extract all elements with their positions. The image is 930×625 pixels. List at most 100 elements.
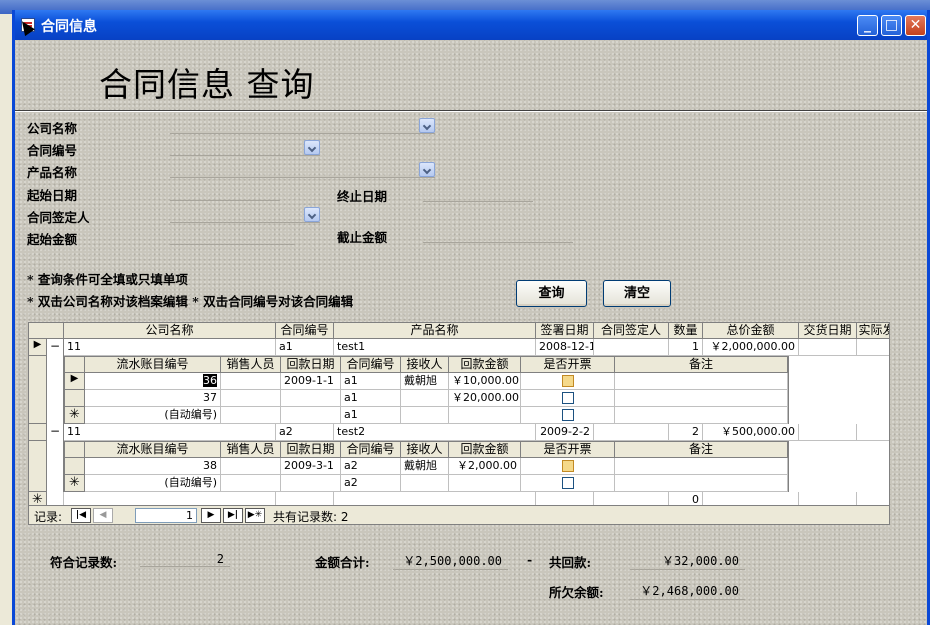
sub-cell-remark[interactable] xyxy=(615,475,788,492)
cell-total[interactable]: ￥2,000,000.00 xyxy=(703,339,799,356)
col-company[interactable]: 公司名称 xyxy=(64,323,276,339)
signer-combo[interactable] xyxy=(170,207,320,223)
col-sign-date[interactable]: 签署日期 xyxy=(536,323,594,339)
sub-cell-sales[interactable] xyxy=(221,475,281,492)
sub-cell-contract-no[interactable]: a1 xyxy=(341,407,401,424)
invoiced-checkbox[interactable] xyxy=(561,375,574,387)
cell-sign-date[interactable]: 2008-12-1 xyxy=(536,339,594,356)
sub-cell-amount[interactable]: ￥20,000.00 xyxy=(449,390,521,407)
col-delivery[interactable]: 交货日期 xyxy=(799,323,857,339)
subcol-sales[interactable]: 销售人员 xyxy=(221,357,281,373)
sub-cell-id[interactable]: (自动编号) xyxy=(85,407,221,424)
product-combo[interactable] xyxy=(170,162,435,178)
cell-contract-no[interactable]: a2 xyxy=(276,424,334,441)
col-total[interactable]: 总价金额 xyxy=(703,323,799,339)
cell-qty[interactable]: 2 xyxy=(669,424,703,441)
prev-record-icon[interactable]: ◀ xyxy=(93,508,113,523)
chevron-down-icon[interactable] xyxy=(304,140,320,155)
invoiced-checkbox[interactable] xyxy=(561,460,574,472)
last-record-icon[interactable]: ▶| xyxy=(223,508,243,523)
row-selector[interactable] xyxy=(29,356,47,424)
sub-cell-id[interactable]: 37 xyxy=(85,390,221,407)
cell-total[interactable]: ￥500,000.00 xyxy=(703,424,799,441)
sub-cell-contract-no[interactable]: a2 xyxy=(341,475,401,492)
cell-actual[interactable] xyxy=(857,424,889,441)
sub-cell-invoiced[interactable] xyxy=(521,390,615,407)
cell-actual[interactable] xyxy=(857,339,889,356)
company-combo[interactable] xyxy=(170,118,435,134)
sub-cell-invoiced[interactable] xyxy=(521,475,615,492)
sub-cell-remark[interactable] xyxy=(615,458,788,475)
sub-cell-amount[interactable]: ￥2,000.00 xyxy=(449,458,521,475)
subcol-id[interactable]: 流水账目编号 xyxy=(85,442,221,458)
cell-company[interactable]: 11 xyxy=(64,424,276,441)
sub-row-selector[interactable] xyxy=(65,390,85,407)
start-date-field[interactable] xyxy=(170,185,280,201)
chevron-down-icon[interactable] xyxy=(419,118,435,133)
sub-row-selector[interactable] xyxy=(65,458,85,475)
sub-cell-receiver[interactable] xyxy=(401,475,449,492)
subcol-date[interactable]: 回款日期 xyxy=(281,442,341,458)
cell-signer[interactable] xyxy=(594,424,669,441)
sub-cell-date[interactable] xyxy=(281,407,341,424)
collapse-icon[interactable]: − xyxy=(47,424,64,441)
row-selector[interactable] xyxy=(29,424,47,441)
sub-cell-id[interactable]: (自动编号) xyxy=(85,475,221,492)
sub-cell-remark[interactable] xyxy=(615,390,788,407)
sub-cell-receiver[interactable] xyxy=(401,390,449,407)
chevron-down-icon[interactable] xyxy=(419,162,435,177)
query-button[interactable]: 查询 xyxy=(516,280,587,307)
cell-product[interactable]: test1 xyxy=(334,339,536,356)
new-record-icon[interactable]: ✳ xyxy=(65,475,85,492)
sub-cell-amount[interactable] xyxy=(449,407,521,424)
col-signer[interactable]: 合同签定人 xyxy=(594,323,669,339)
col-product[interactable]: 产品名称 xyxy=(334,323,536,339)
sub-cell-sales[interactable] xyxy=(221,373,281,390)
close-button[interactable]: ✕ xyxy=(905,15,926,36)
cell-qty[interactable]: 1 xyxy=(669,339,703,356)
sub-cell-contract-no[interactable]: a1 xyxy=(341,373,401,390)
next-record-icon[interactable]: ▶ xyxy=(201,508,221,523)
end-date-field[interactable] xyxy=(423,186,533,202)
sub-row-selector-current[interactable]: ▶ xyxy=(65,373,85,390)
sub-cell-invoiced[interactable] xyxy=(521,407,615,424)
sub-cell-amount[interactable] xyxy=(449,475,521,492)
sub-cell-sales[interactable] xyxy=(221,458,281,475)
sub-cell-invoiced[interactable] xyxy=(521,373,615,390)
sub-cell-date[interactable] xyxy=(281,390,341,407)
maximize-button[interactable]: □ xyxy=(881,15,902,36)
subcol-amount[interactable]: 回款金额 xyxy=(449,357,521,373)
sub-cell-id[interactable]: 36 xyxy=(85,373,221,390)
subcol-remark[interactable]: 备注 xyxy=(615,357,788,373)
subcol-sales[interactable]: 销售人员 xyxy=(221,442,281,458)
row-selector-current[interactable]: ▶ xyxy=(29,339,47,356)
sub-cell-invoiced[interactable] xyxy=(521,458,615,475)
subcol-contract-no[interactable]: 合同编号 xyxy=(341,357,401,373)
subcol-date[interactable]: 回款日期 xyxy=(281,357,341,373)
sub-cell-receiver[interactable] xyxy=(401,407,449,424)
sub-cell-contract-no[interactable]: a1 xyxy=(341,390,401,407)
col-contract-no[interactable]: 合同编号 xyxy=(276,323,334,339)
sub-cell-remark[interactable] xyxy=(615,407,788,424)
col-actual[interactable]: 实际发 xyxy=(857,323,889,339)
collapse-icon[interactable]: − xyxy=(47,339,64,356)
invoiced-checkbox[interactable] xyxy=(561,409,574,421)
sub-cell-date[interactable]: 2009-1-1 xyxy=(281,373,341,390)
chevron-down-icon[interactable] xyxy=(304,207,320,222)
new-record-icon[interactable]: ✳ xyxy=(65,407,85,424)
sub-cell-remark[interactable] xyxy=(615,373,788,390)
end-amount-field[interactable] xyxy=(423,227,573,243)
invoiced-checkbox[interactable] xyxy=(561,392,574,404)
sub-cell-receiver[interactable]: 戴朝旭 xyxy=(401,373,449,390)
sub-cell-amount[interactable]: ￥10,000.00 xyxy=(449,373,521,390)
start-amount-field[interactable] xyxy=(170,229,295,245)
sub-cell-id[interactable]: 38 xyxy=(85,458,221,475)
minimize-button[interactable]: _ xyxy=(857,15,878,36)
first-record-icon[interactable]: |◀ xyxy=(71,508,91,523)
subcol-remark[interactable]: 备注 xyxy=(615,442,788,458)
row-selector[interactable] xyxy=(29,441,47,492)
cell-delivery[interactable] xyxy=(799,339,857,356)
cell-delivery[interactable] xyxy=(799,424,857,441)
invoiced-checkbox[interactable] xyxy=(561,477,574,489)
subcol-receiver[interactable]: 接收人 xyxy=(401,442,449,458)
